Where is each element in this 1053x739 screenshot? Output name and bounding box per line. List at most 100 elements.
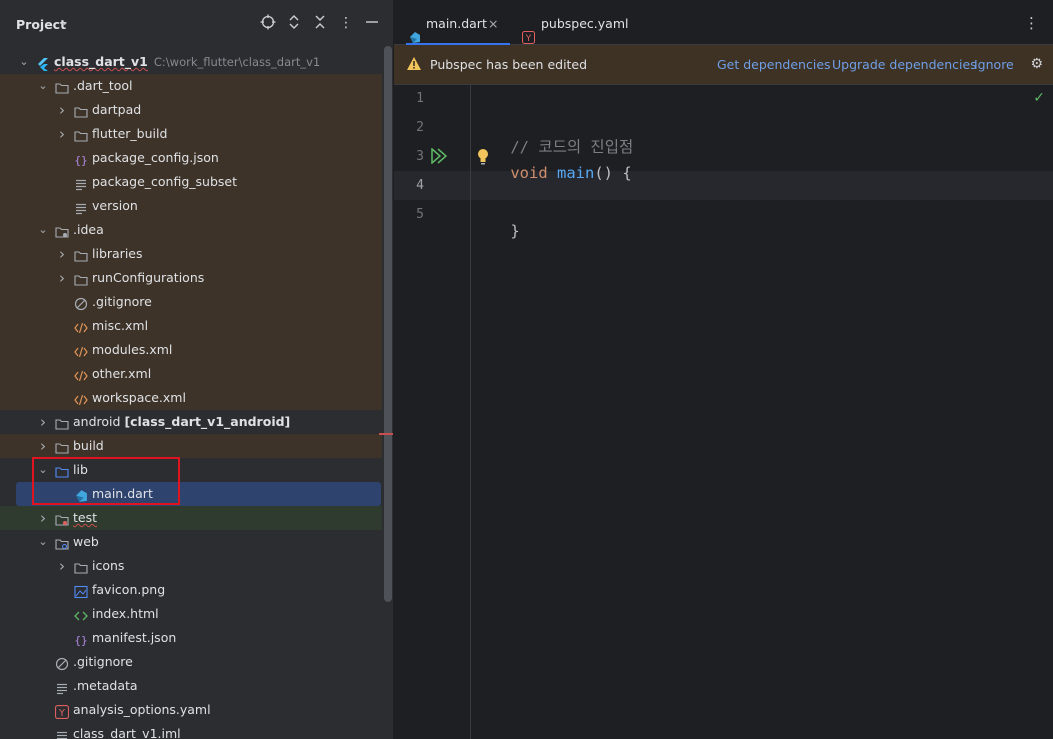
tree-item[interactable]: package_config_subset <box>0 170 382 194</box>
tree-item[interactable]: ⌄ web <box>0 530 382 554</box>
tree-item[interactable]: index.html <box>0 602 382 626</box>
folder-icon <box>55 79 69 94</box>
tree-item[interactable]: ⌄ .dart_tool <box>0 74 382 98</box>
tree-item-label: main.dart <box>92 482 153 506</box>
upgrade-dependencies-link[interactable]: Upgrade dependencies <box>832 57 977 72</box>
tree-item-label: dartpad <box>92 98 141 122</box>
tab-pubspec-yaml[interactable]: Y pubspec.yaml <box>522 0 632 44</box>
chevron-down-icon[interactable]: ⌄ <box>37 74 49 98</box>
chevron-down-icon[interactable]: ⌄ <box>37 218 49 242</box>
tree-item-name: manifest.json <box>92 630 177 645</box>
lightbulb-icon[interactable] <box>477 148 489 169</box>
tree-item-label: analysis_options.yaml <box>73 698 211 722</box>
gitignore-icon <box>55 655 69 671</box>
run-icon[interactable] <box>431 147 449 167</box>
line-number: 5 <box>416 207 424 222</box>
tree-item[interactable]: ⌄ lib <box>0 458 382 482</box>
tree-item[interactable]: version <box>0 194 382 218</box>
source-folder-icon <box>55 463 69 478</box>
chevron-right-icon[interactable]: › <box>56 122 68 146</box>
folder-icon <box>74 247 88 262</box>
chevron-right-icon[interactable]: › <box>56 266 68 290</box>
tree-item-name: web <box>73 534 99 549</box>
locate-icon[interactable] <box>259 14 277 32</box>
chevron-right-icon[interactable]: › <box>56 554 68 578</box>
tree-item[interactable]: › flutter_build <box>0 122 382 146</box>
html-file-icon <box>74 607 88 621</box>
tree-item[interactable]: workspace.xml <box>0 386 382 410</box>
tree-item[interactable]: › build <box>0 434 382 458</box>
tree-item[interactable]: › test <box>0 506 382 530</box>
chevron-right-icon[interactable]: › <box>37 506 49 530</box>
code-line-5[interactable]: } <box>473 204 520 258</box>
tree-item[interactable]: .gitignore <box>0 650 382 674</box>
chevron-down-icon[interactable]: ⌄ <box>60 15 69 28</box>
tree-item[interactable]: › icons <box>0 554 382 578</box>
get-dependencies-link[interactable]: Get dependencies <box>717 57 831 72</box>
svg-text:Y: Y <box>58 708 65 719</box>
minimize-icon[interactable] <box>363 14 381 32</box>
chevron-down-icon[interactable]: ⌄ <box>18 50 30 74</box>
svg-text:{}: {} <box>74 634 87 647</box>
folder-icon <box>74 559 88 574</box>
tree-item-label: runConfigurations <box>92 266 204 290</box>
flutter-icon <box>36 55 50 71</box>
chevron-right-icon[interactable]: › <box>56 98 68 122</box>
folder-icon <box>74 127 88 142</box>
text-file-icon <box>74 175 88 191</box>
tab-main-dart[interactable]: main.dart × <box>406 0 510 45</box>
tree-item[interactable]: ⌄ .idea <box>0 218 382 242</box>
expand-all-icon[interactable] <box>285 14 303 32</box>
tree-item-name: dartpad <box>92 102 142 117</box>
folder-icon <box>74 103 88 118</box>
tree-item[interactable]: other.xml <box>0 362 382 386</box>
chevron-right-icon[interactable]: › <box>37 410 49 434</box>
tree-item[interactable]: {} package_config.json <box>0 146 382 170</box>
check-icon: ✓ <box>1033 90 1045 106</box>
tree-scrollbar[interactable] <box>384 46 392 602</box>
warning-icon <box>406 56 422 74</box>
ignore-link[interactable]: Ignore <box>974 57 1014 72</box>
more-tabs-icon[interactable]: ⋮ <box>1024 14 1039 32</box>
test-folder-icon <box>55 511 69 526</box>
module-name-suffix: [class_dart_v1_android] <box>124 414 291 429</box>
tree-item[interactable]: class_dart_v1.iml <box>0 722 382 739</box>
tree-item-label: android [class_dart_v1_android] <box>73 410 290 434</box>
tree-item-name: .gitignore <box>73 654 133 669</box>
tree-item[interactable]: › runConfigurations <box>0 266 382 290</box>
chevron-right-icon[interactable]: › <box>56 242 68 266</box>
notification-text: Pubspec has been edited <box>430 57 588 72</box>
chevron-down-icon[interactable]: ⌄ <box>37 530 49 554</box>
tree-item-name: libraries <box>92 246 143 261</box>
tree-item[interactable]: {} manifest.json <box>0 626 382 650</box>
chevron-down-icon[interactable]: ⌄ <box>37 458 49 482</box>
tree-item[interactable]: ⌄ class_dart_v1 C:\work_flutter\class_dart… <box>0 50 382 74</box>
project-pane-header: Project ⌄ ⋮ <box>0 0 393 48</box>
more-options-icon[interactable]: ⋮ <box>337 14 355 32</box>
xml-icon <box>74 343 88 358</box>
tree-item-name: runConfigurations <box>92 270 205 285</box>
gear-icon[interactable]: ⚙ <box>1030 56 1043 72</box>
tree-item[interactable]: main.dart <box>16 482 381 506</box>
code-punctuation: } <box>510 222 520 240</box>
close-tab-icon[interactable]: × <box>488 0 498 48</box>
error-stripe-marker <box>379 433 393 435</box>
code-line-3[interactable]: void main() { <box>473 146 631 200</box>
tree-item-name: .gitignore <box>92 294 152 309</box>
tree-item[interactable]: › android [class_dart_v1_android] <box>0 410 382 434</box>
tree-item[interactable]: Yanalysis_options.yaml <box>0 698 382 722</box>
chevron-right-icon[interactable]: › <box>37 434 49 458</box>
tree-item[interactable]: › dartpad <box>0 98 382 122</box>
tree-item[interactable]: misc.xml <box>0 314 382 338</box>
tree-item[interactable]: .metadata <box>0 674 382 698</box>
tree-item-label: .idea <box>73 218 104 242</box>
tree-item[interactable]: .gitignore <box>0 290 382 314</box>
tree-item[interactable]: › libraries <box>0 242 382 266</box>
tree-item[interactable]: modules.xml <box>0 338 382 362</box>
tree-item-label: misc.xml <box>92 314 148 338</box>
project-pane-title[interactable]: Project <box>16 17 66 32</box>
tree-item[interactable]: favicon.png <box>0 578 382 602</box>
collapse-all-icon[interactable] <box>311 14 329 32</box>
line-number: 3 <box>416 149 424 164</box>
tree-item-name: package_config_subset <box>92 174 237 189</box>
